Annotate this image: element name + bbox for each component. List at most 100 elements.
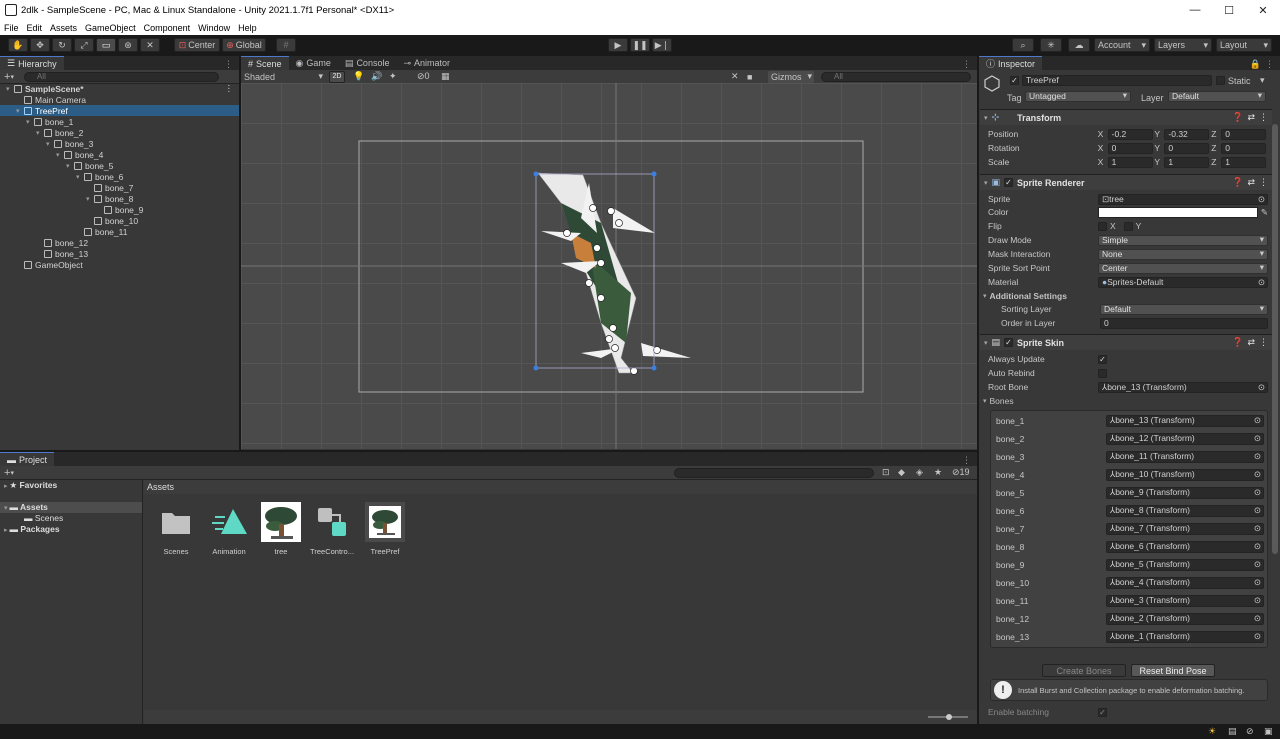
- object-picker-icon[interactable]: ⊙: [1254, 560, 1261, 569]
- hierarchy-row[interactable]: bone_11: [0, 226, 239, 237]
- rect-handle[interactable]: [533, 171, 539, 177]
- minimize-button[interactable]: —: [1178, 4, 1212, 17]
- layers-dropdown[interactable]: Layers ▾: [1154, 38, 1212, 52]
- rect-handle[interactable]: [651, 171, 657, 177]
- scene-viewport[interactable]: [241, 83, 977, 449]
- bone-reference-field[interactable]: ⅄bone_12 (Transform) ⊙: [1106, 433, 1264, 445]
- reset-bind-pose-button[interactable]: Reset Bind Pose: [1131, 664, 1215, 677]
- close-button[interactable]: ✕: [1246, 4, 1280, 17]
- scale-tool-icon[interactable]: ⤢: [74, 38, 94, 52]
- object-picker-icon[interactable]: ⊙: [1254, 524, 1261, 533]
- move-tool-icon[interactable]: ✥: [30, 38, 50, 52]
- color-swatch[interactable]: [1098, 206, 1258, 218]
- bone-reference-field[interactable]: ⅄bone_8 (Transform) ⊙: [1106, 505, 1264, 517]
- bone-reference-field[interactable]: ⅄bone_2 (Transform) ⊙: [1106, 613, 1264, 625]
- effects-icon[interactable]: ✦: [389, 71, 397, 82]
- panel-menu-icon[interactable]: ⋮: [962, 59, 971, 70]
- object-name-field[interactable]: TreePref: [1022, 75, 1212, 86]
- presets-icon[interactable]: ⇄: [1247, 337, 1255, 348]
- grid-snap-icon[interactable]: #: [276, 38, 296, 52]
- bone-reference-field[interactable]: ⅄bone_9 (Transform) ⊙: [1106, 487, 1264, 499]
- grid-toggle-icon[interactable]: ▦: [441, 71, 450, 82]
- expand-arrow-icon[interactable]: ▾: [16, 107, 24, 115]
- flip-x-checkbox[interactable]: [1098, 221, 1107, 231]
- component-menu-icon[interactable]: ⋮: [1259, 112, 1268, 123]
- order-field[interactable]: 0: [1100, 317, 1268, 329]
- search-icon[interactable]: ⌕: [1012, 38, 1034, 52]
- tag-icon[interactable]: ◈: [916, 467, 923, 478]
- packages-folder-item[interactable]: ▸ ▬ Packages: [4, 524, 60, 534]
- hierarchy-row[interactable]: ▾ bone_5: [0, 160, 239, 171]
- expand-arrow-icon[interactable]: ▾: [46, 140, 54, 148]
- collab-icon[interactable]: ✳: [1040, 38, 1062, 52]
- pause-button[interactable]: ❚❚: [630, 38, 650, 52]
- always-update-checkbox[interactable]: ✓: [1098, 354, 1107, 364]
- sprite-field[interactable]: ⊡tree ⊙: [1098, 193, 1268, 205]
- draw-mode-dropdown[interactable]: Simple: [1098, 234, 1268, 246]
- hierarchy-row[interactable]: ▾ bone_8: [0, 193, 239, 204]
- maximize-button[interactable]: ☐: [1212, 4, 1246, 17]
- expand-arrow-icon[interactable]: ▾: [86, 195, 94, 203]
- assets-folder-item[interactable]: ▾ ▬ Assets: [0, 502, 142, 513]
- transform-z-field[interactable]: 1: [1221, 156, 1267, 168]
- transform-y-field[interactable]: 1: [1164, 156, 1210, 168]
- asset-tree[interactable]: tree: [257, 502, 305, 556]
- component-menu-icon[interactable]: ⋮: [1259, 337, 1268, 348]
- favorite-icon[interactable]: ★: [934, 467, 942, 478]
- lighting-status-icon[interactable]: ☀: [1208, 726, 1216, 737]
- cache-icon[interactable]: ▤: [1228, 726, 1237, 737]
- object-picker-icon[interactable]: ⊙: [1254, 470, 1261, 479]
- tab-hierarchy[interactable]: ☰ Hierarchy: [0, 56, 64, 70]
- inspector-scrollbar[interactable]: [1272, 124, 1278, 554]
- sprite-renderer-enabled-checkbox[interactable]: ✓: [1004, 178, 1014, 187]
- hidden-packages-icon[interactable]: ⊘19: [952, 467, 970, 478]
- object-picker-icon[interactable]: ⊙: [1254, 578, 1261, 587]
- debug-icon[interactable]: ▣: [1264, 726, 1273, 737]
- transform-y-field[interactable]: -0.32: [1164, 128, 1210, 140]
- sprite-skin-header[interactable]: ▾ ▤ ✓ Sprite Skin ❓ ⇄ ⋮: [980, 334, 1272, 350]
- object-picker-icon[interactable]: ⊙: [1254, 416, 1261, 425]
- transform-y-field[interactable]: 0: [1164, 142, 1210, 154]
- root-bone-field[interactable]: ⅄bone_13 (Transform) ⊙: [1098, 381, 1268, 393]
- bone-reference-field[interactable]: ⅄bone_4 (Transform) ⊙: [1106, 577, 1264, 589]
- hierarchy-row[interactable]: bone_10: [0, 215, 239, 226]
- sprite-skin-enabled-checkbox[interactable]: ✓: [1004, 338, 1014, 347]
- bone-reference-field[interactable]: ⅄bone_5 (Transform) ⊙: [1106, 559, 1264, 571]
- active-checkbox[interactable]: ✓: [1010, 76, 1019, 85]
- sprite-renderer-header[interactable]: ▾ ▣ ✓ Sprite Renderer ❓ ⇄ ⋮: [980, 174, 1272, 190]
- transform-header[interactable]: ▾ ⊹ Transform ❓ ⇄ ⋮: [980, 109, 1272, 125]
- lock-icon[interactable]: 🔒: [1250, 59, 1261, 70]
- component-menu-icon[interactable]: ⋮: [1259, 177, 1268, 188]
- menu-gameobject[interactable]: GameObject: [81, 23, 140, 33]
- flip-y-checkbox[interactable]: [1123, 221, 1133, 231]
- audio-icon[interactable]: 🔊: [371, 71, 382, 82]
- transform-tool-icon[interactable]: ⊛: [118, 38, 138, 52]
- play-button[interactable]: ▶: [608, 38, 628, 52]
- step-button[interactable]: ▶❘: [652, 38, 672, 52]
- mask-dropdown[interactable]: None: [1098, 248, 1268, 260]
- panel-menu-icon[interactable]: ⋮: [224, 59, 233, 70]
- global-local-button[interactable]: ⊕ Global: [222, 38, 266, 52]
- account-dropdown[interactable]: Account ▾: [1094, 38, 1150, 52]
- network-icon[interactable]: ⊘: [1246, 726, 1254, 737]
- presets-icon[interactable]: ⇄: [1247, 177, 1255, 188]
- expand-arrow-icon[interactable]: ▾: [56, 151, 64, 159]
- menu-component[interactable]: Component: [140, 23, 195, 33]
- rect-tool-icon[interactable]: ▭: [96, 38, 116, 52]
- shading-mode-dropdown[interactable]: Shaded ▾: [243, 71, 323, 83]
- help-icon[interactable]: ❓: [1232, 337, 1243, 348]
- create-bones-button[interactable]: Create Bones: [1042, 664, 1126, 677]
- hierarchy-row[interactable]: ▾ bone_1: [0, 116, 239, 127]
- hierarchy-row[interactable]: ▾ SampleScene* ⋮: [0, 83, 239, 94]
- object-picker-icon[interactable]: ⊙: [1254, 452, 1261, 461]
- transform-x-field[interactable]: 1: [1107, 156, 1153, 168]
- transform-x-field[interactable]: 0: [1107, 142, 1153, 154]
- menu-window[interactable]: Window: [194, 23, 234, 33]
- bone-reference-field[interactable]: ⅄bone_10 (Transform) ⊙: [1106, 469, 1264, 481]
- cloud-icon[interactable]: ☁: [1068, 38, 1090, 52]
- scene-menu-icon[interactable]: ⋮: [225, 83, 234, 94]
- expand-arrow-icon[interactable]: ▾: [6, 85, 14, 93]
- menu-assets[interactable]: Assets: [46, 23, 81, 33]
- sorting-layer-dropdown[interactable]: Default: [1100, 303, 1268, 315]
- object-picker-icon[interactable]: ⊙: [1254, 596, 1261, 605]
